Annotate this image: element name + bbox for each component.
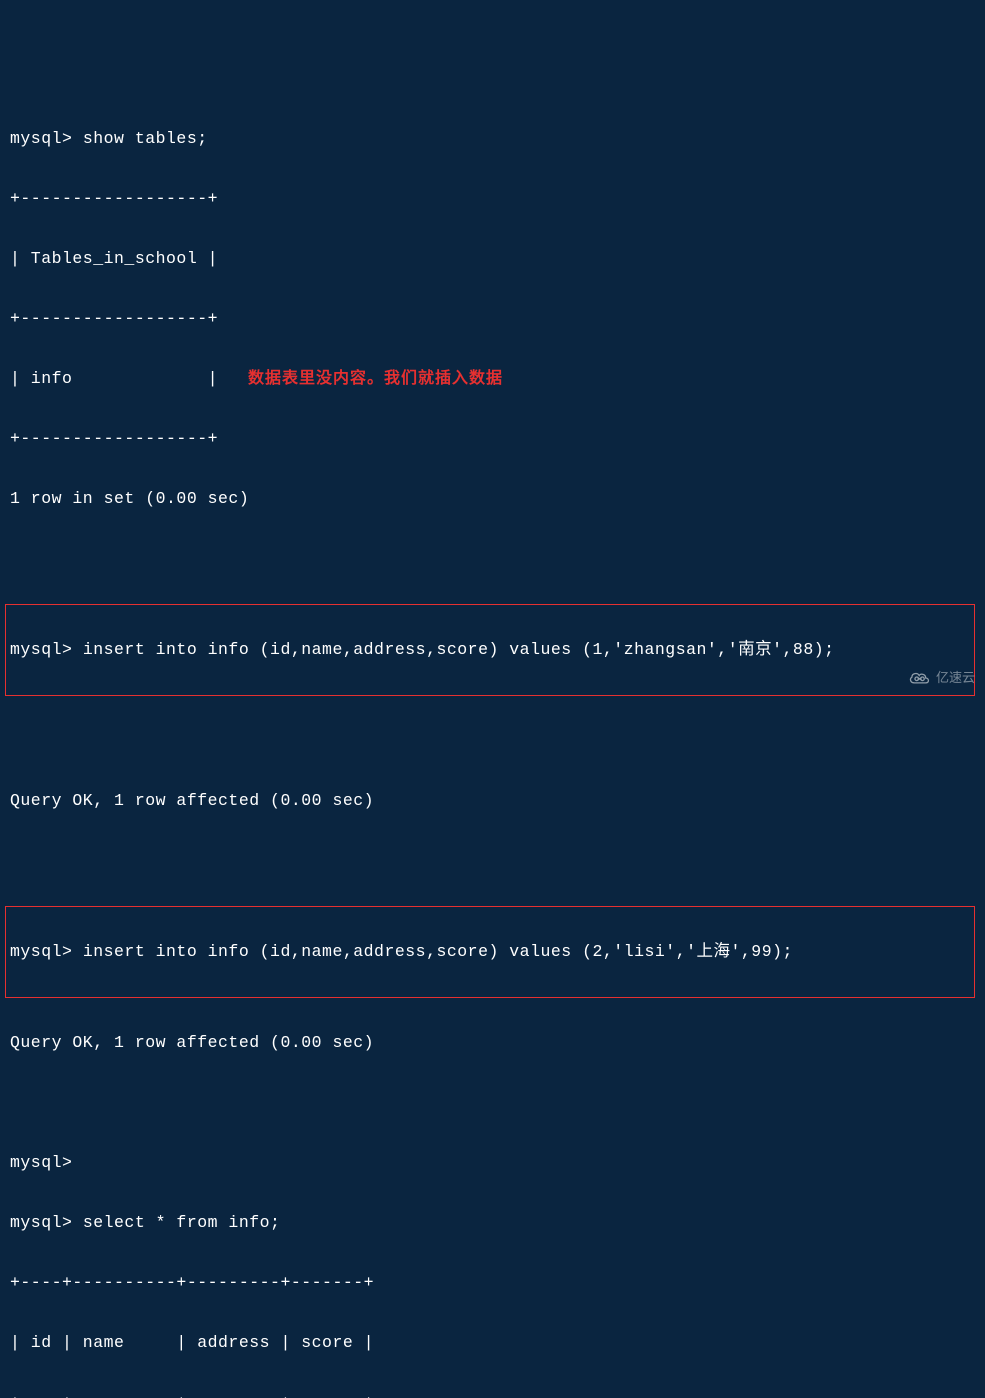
table-sep: +------------------+ xyxy=(10,304,975,334)
rows-in-set: 1 row in set (0.00 sec) xyxy=(10,484,975,514)
table-sep: +------------------+ xyxy=(10,424,975,454)
cmd-insert-2: mysql> insert into info (id,name,address… xyxy=(10,937,970,967)
info-sep: +----+----------+---------+-------+ xyxy=(10,1268,975,1298)
highlight-box-insert2: mysql> insert into info (id,name,address… xyxy=(5,906,975,998)
empty-prompt: mysql> xyxy=(10,1148,975,1178)
cloud-icon xyxy=(907,667,933,689)
blank-line xyxy=(10,726,975,756)
blank-line xyxy=(10,846,975,876)
cmd-show-tables: mysql> show tables; xyxy=(10,124,975,154)
blank-line xyxy=(10,1088,975,1118)
watermark-text: 亿速云 xyxy=(936,663,975,693)
table-header: | Tables_in_school | xyxy=(10,244,975,274)
table-sep: +------------------+ xyxy=(10,184,975,214)
watermark: 亿速云 xyxy=(907,663,975,693)
query-ok-2: Query OK, 1 row affected (0.00 sec) xyxy=(10,1028,975,1058)
info-header: | id | name | address | score | xyxy=(10,1328,975,1358)
annotation-no-content: 数据表里没内容。我们就插入数据 xyxy=(248,370,503,387)
table-row: | info |数据表里没内容。我们就插入数据 xyxy=(10,364,975,394)
info-sep: +----+----------+---------+-------+ xyxy=(10,1388,975,1398)
highlight-box-insert1: mysql> insert into info (id,name,address… xyxy=(5,604,975,696)
query-ok-1: Query OK, 1 row affected (0.00 sec) xyxy=(10,786,975,816)
cmd-insert-1: mysql> insert into info (id,name,address… xyxy=(10,635,970,665)
cmd-select: mysql> select * from info; xyxy=(10,1208,975,1238)
blank-line xyxy=(10,544,975,574)
